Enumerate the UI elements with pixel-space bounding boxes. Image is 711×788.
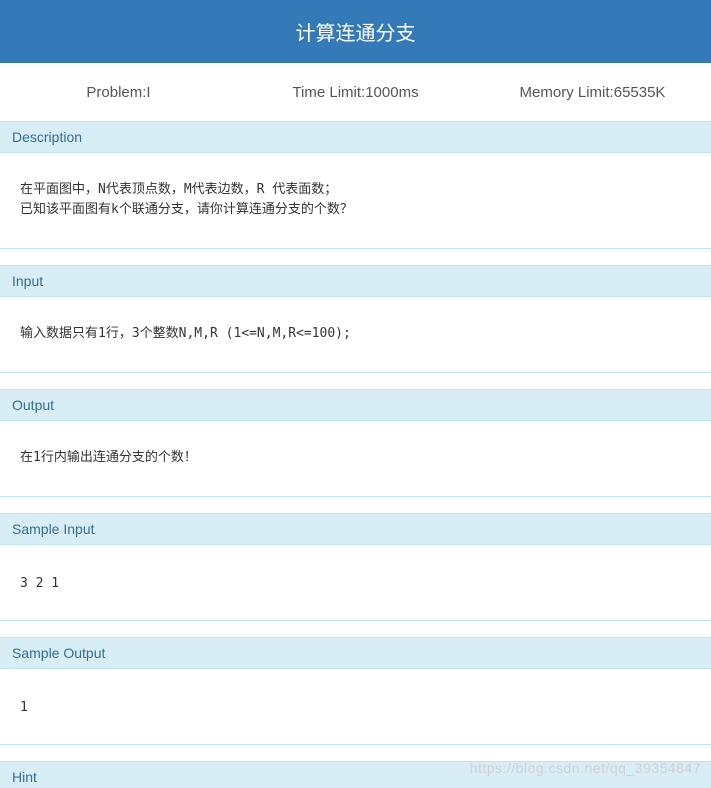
description-section: Description 在平面图中，N代表顶点数，M代表边数，R 代表面数； 已…: [0, 121, 711, 249]
sample-output-section: Sample Output 1: [0, 637, 711, 745]
watermark-text: https://blog.csdn.net/qq_39354847: [469, 760, 701, 776]
page-title: 计算连通分支: [295, 21, 416, 45]
title-bar: 计算连通分支: [0, 0, 711, 63]
sample-output-header: Sample Output: [0, 637, 711, 669]
problem-meta: Problem:I Time Limit:1000ms Memory Limit…: [0, 63, 711, 121]
sample-input-header: Sample Input: [0, 513, 711, 545]
sample-input-text: 3 2 1: [0, 545, 711, 621]
time-limit: Time Limit:1000ms: [292, 83, 419, 101]
output-text: 在1行内输出连通分支的个数！: [0, 421, 711, 497]
problem-id: Problem:I: [86, 83, 151, 101]
input-text: 输入数据只有1行，3个整数N,M,R (1<=N,M,R<=100);: [0, 297, 711, 373]
input-section: Input 输入数据只有1行，3个整数N,M,R (1<=N,M,R<=100)…: [0, 265, 711, 373]
description-text: 在平面图中，N代表顶点数，M代表边数，R 代表面数； 已知该平面图有k个联通分支…: [0, 153, 711, 249]
sample-output-text: 1: [0, 669, 711, 745]
problem-page: 计算连通分支 Problem:I Time Limit:1000ms Memor…: [0, 0, 711, 788]
sample-input-section: Sample Input 3 2 1: [0, 513, 711, 621]
output-section: Output 在1行内输出连通分支的个数！: [0, 389, 711, 497]
output-header: Output: [0, 389, 711, 421]
input-header: Input: [0, 265, 711, 297]
memory-limit: Memory Limit:65535K: [519, 83, 666, 101]
description-header: Description: [0, 121, 711, 153]
